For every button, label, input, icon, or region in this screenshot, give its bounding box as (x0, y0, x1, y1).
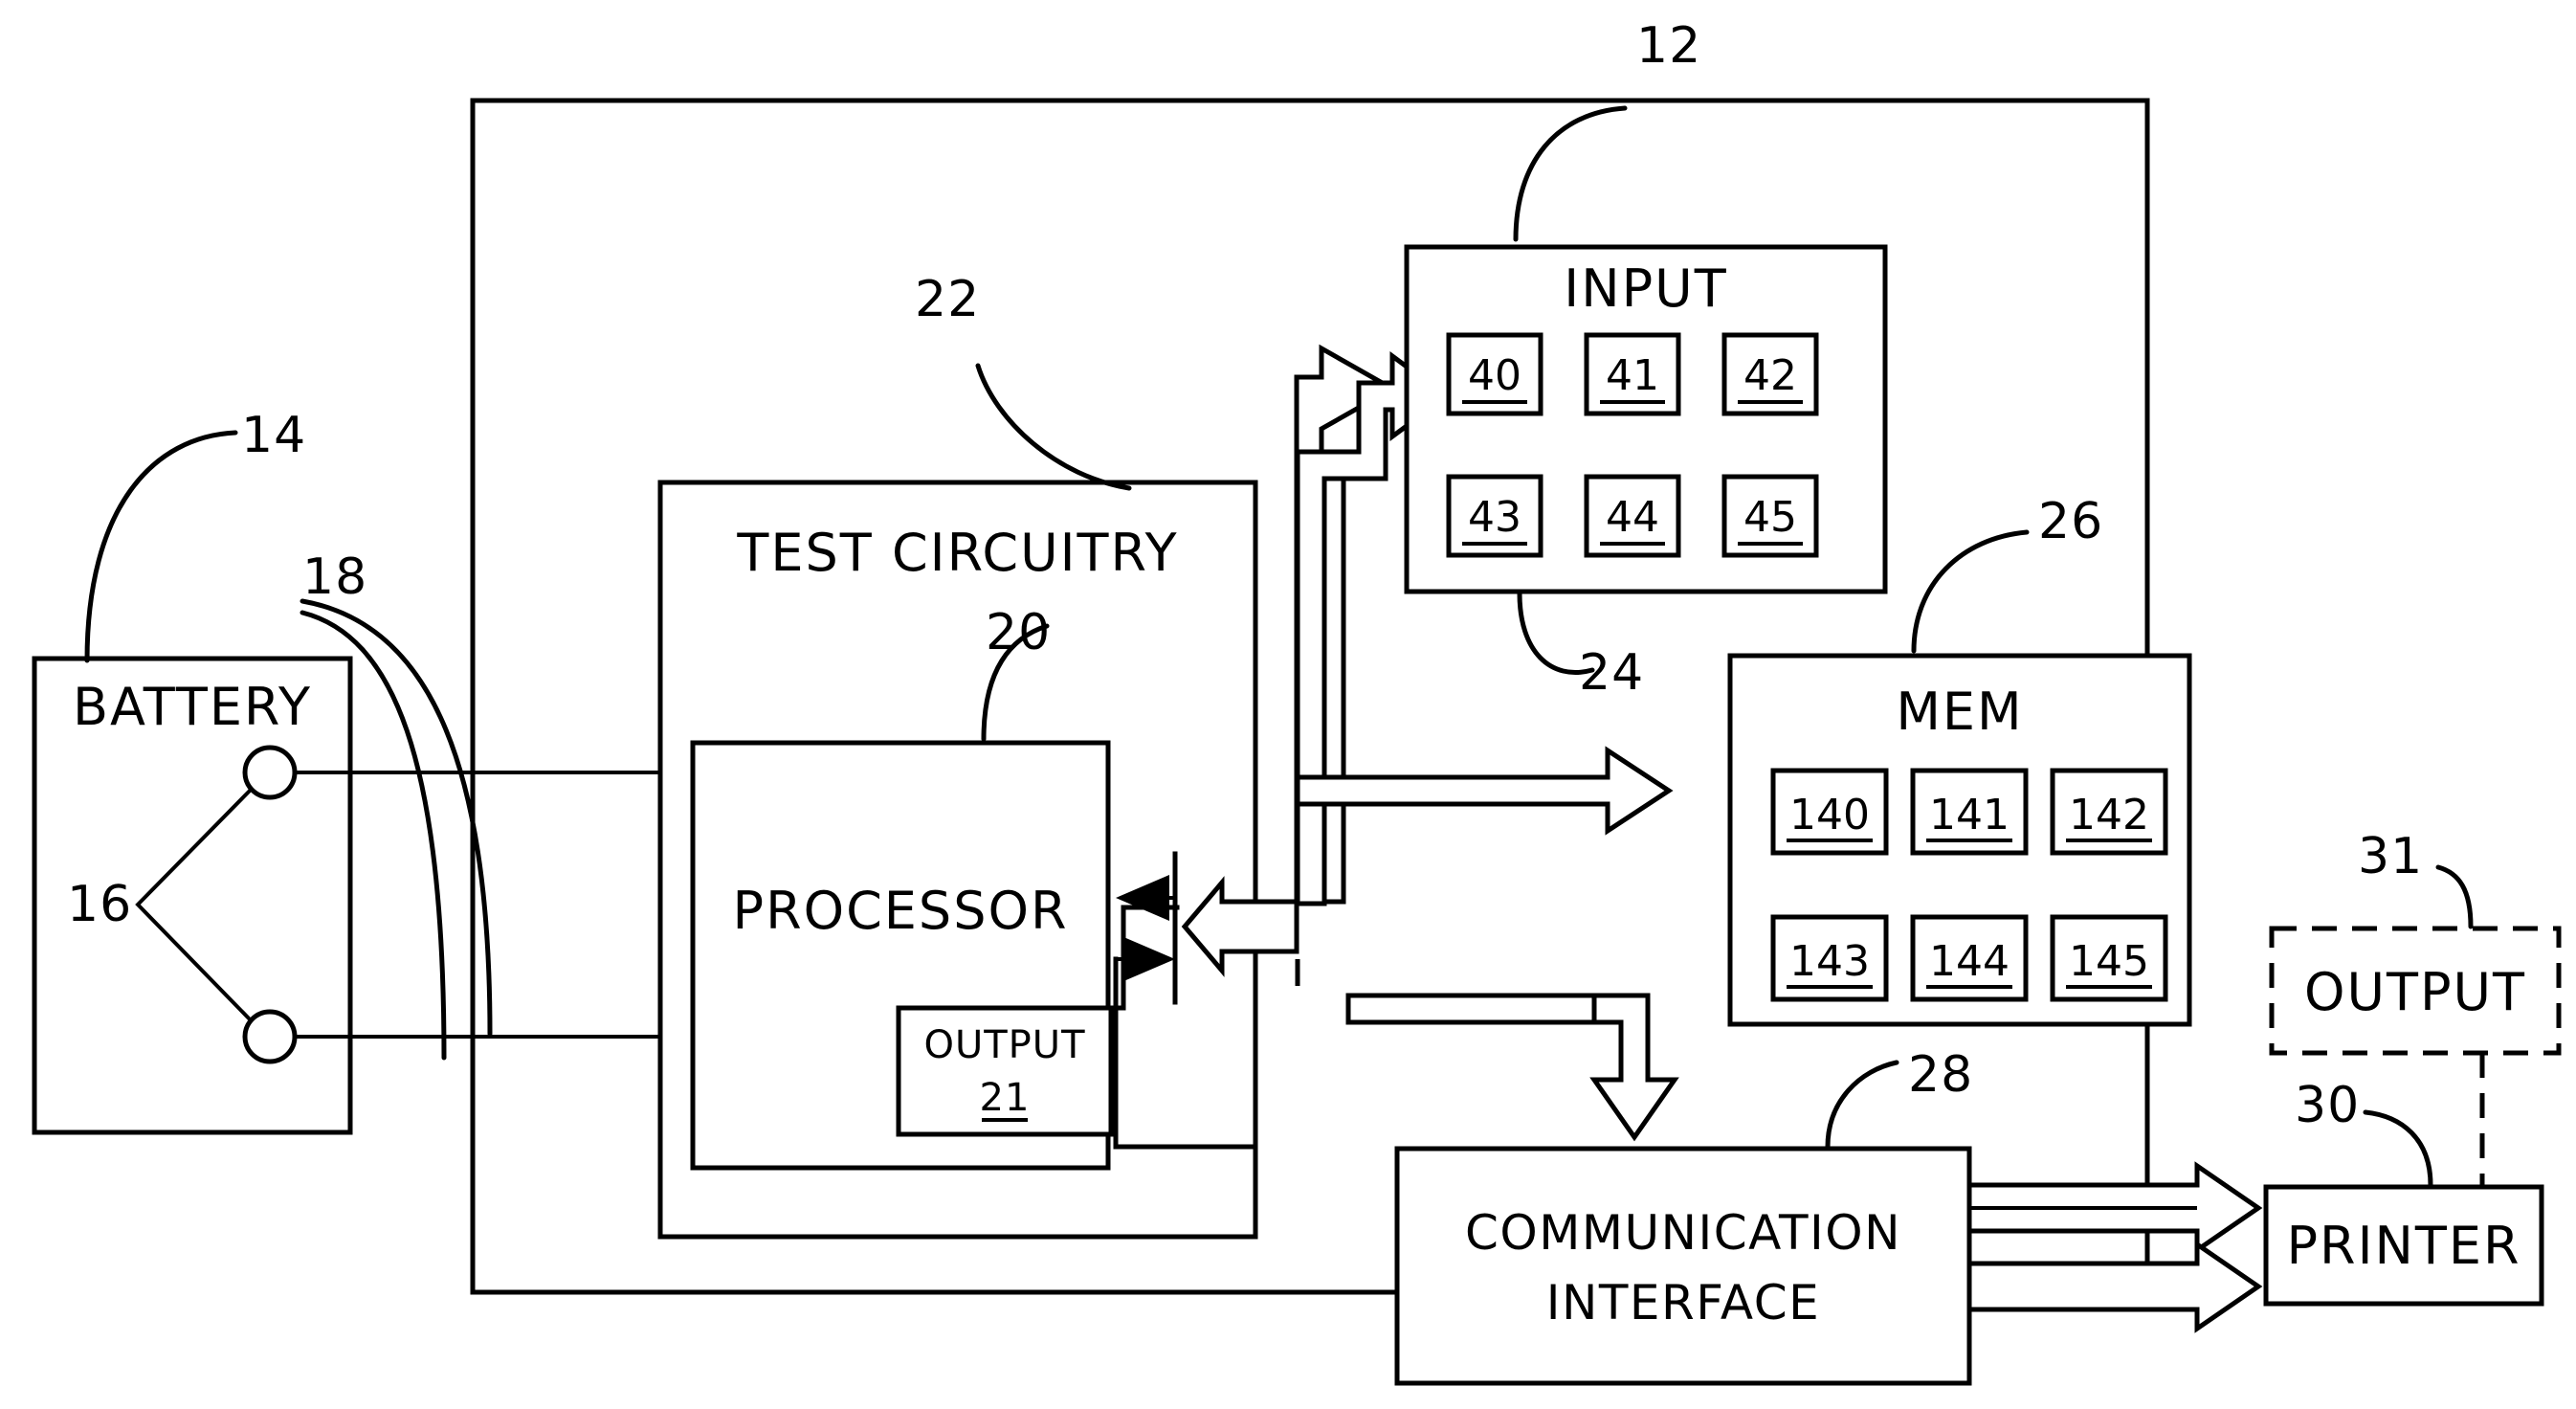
leader-28 (1825, 1060, 1899, 1150)
input-cell-label: 45 (1743, 493, 1797, 542)
battery-label: BATTERY (73, 677, 312, 737)
input-cell-label: 44 (1606, 493, 1659, 542)
battery-terminal-positive (242, 745, 298, 800)
ref-28: 28 (1908, 1046, 1973, 1104)
battery-terminal-negative (242, 1009, 298, 1064)
memory-cell-label: 141 (1929, 791, 2010, 839)
leader-31 (2435, 864, 2474, 929)
memory-label: MEM (1896, 682, 2023, 742)
memory-cell-label: 144 (1929, 937, 2010, 986)
leader-22 (975, 363, 1132, 491)
input-cell-label: 41 (1606, 351, 1659, 400)
memory-cell-label: 142 (2069, 791, 2149, 839)
communication-interface-label-line2: INTERFACE (1546, 1275, 1821, 1331)
printer-output-label: OUTPUT (2304, 962, 2526, 1022)
printer-label: PRINTER (2286, 1216, 2520, 1276)
input-cell-label: 40 (1468, 351, 1521, 400)
ref-31: 31 (2358, 828, 2423, 885)
leader-12 (1513, 105, 1628, 242)
test-circuitry-label: TEST CIRCUITRY (736, 523, 1178, 583)
bus-to-memory (1295, 746, 1674, 836)
leader-26 (1911, 529, 2030, 654)
input-cell-label: 43 (1468, 493, 1521, 542)
ref-22: 22 (915, 271, 980, 328)
leader-14 (84, 430, 238, 663)
communication-interface-box (1394, 1146, 1972, 1386)
memory-cell-label: 143 (1789, 937, 1870, 986)
ref-26: 26 (2038, 493, 2103, 550)
ref-18: 18 (302, 548, 367, 606)
ref-24: 24 (1579, 644, 1644, 702)
processor-label: PROCESSOR (733, 881, 1069, 941)
input-cell-label: 42 (1743, 351, 1797, 400)
input-label: INPUT (1564, 258, 1727, 319)
memory-cell-label: 140 (1789, 791, 1870, 839)
leader-30 (2363, 1109, 2433, 1188)
processor-output-label: OUTPUT (923, 1023, 1085, 1067)
ref-12: 12 (1636, 17, 1701, 75)
ref-14: 14 (241, 407, 306, 464)
processor-output-ref: 21 (980, 1076, 1031, 1120)
arrow-comm-to-printer-lower (1966, 1240, 2263, 1333)
bus-to-comm-interface (1589, 993, 1679, 1142)
ref-20: 20 (986, 604, 1051, 661)
bus-comm-feeder (1345, 993, 1597, 1025)
ref-30: 30 (2295, 1077, 2360, 1134)
figure-canvas: 12 14 16 18 20 22 24 26 28 30 31 BATTERY… (0, 0, 2576, 1409)
diagram-svg: 12 14 16 18 20 22 24 26 28 30 31 BATTERY… (32, 17, 2562, 1386)
ref-16: 16 (67, 876, 132, 933)
communication-interface-label-line1: COMMUNICATION (1465, 1205, 1901, 1261)
memory-cell-label: 145 (2069, 937, 2149, 986)
